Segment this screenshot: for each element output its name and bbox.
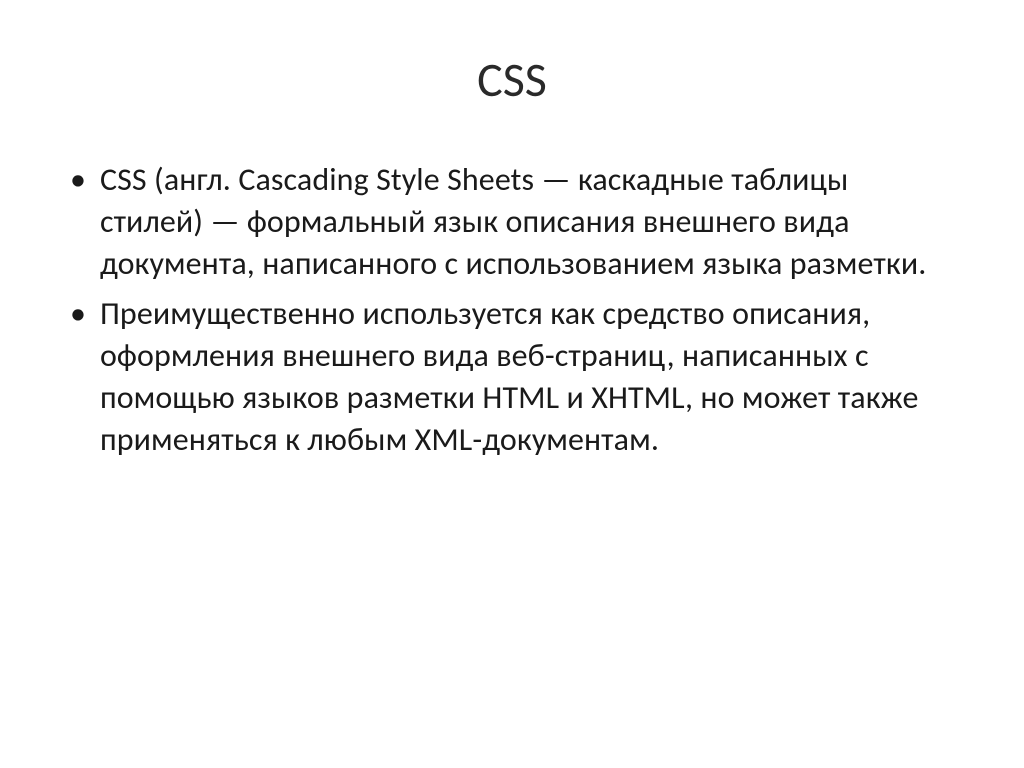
bullet-text: CSS (англ. Cascading Style Sheets — каск…	[100, 159, 954, 285]
bullet-item: • Преимущественно используется как средс…	[70, 293, 954, 461]
bullet-text: Преимущественно используется как средств…	[100, 293, 954, 461]
slide-content: • CSS (англ. Cascading Style Sheets — ка…	[60, 159, 964, 461]
slide-title: CSS	[60, 50, 964, 109]
bullet-marker: •	[70, 293, 86, 335]
bullet-item: • CSS (англ. Cascading Style Sheets — ка…	[70, 159, 954, 285]
bullet-marker: •	[70, 159, 86, 201]
